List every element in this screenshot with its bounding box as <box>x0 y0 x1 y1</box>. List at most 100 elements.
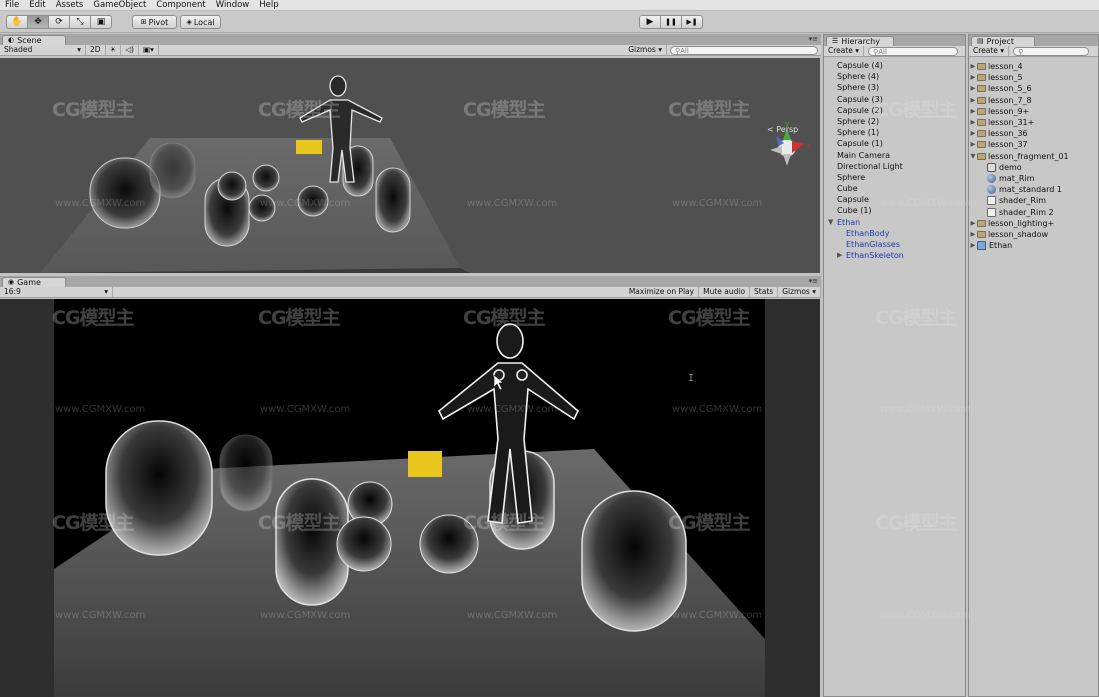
hierarchy-item[interactable]: EthanBody <box>824 228 965 239</box>
stats-toggle[interactable]: Stats <box>750 287 779 297</box>
project-folder[interactable]: ▶ lesson_37 <box>969 139 1098 150</box>
shader-icon <box>987 207 996 217</box>
project-folder[interactable]: ▶ lesson_lighting+ <box>969 218 1098 229</box>
expand-arrow-icon[interactable]: ▶ <box>969 61 977 72</box>
tab-hierarchy[interactable]: ☰ Hierarchy <box>826 36 894 46</box>
transform-tools: ✋ ✥ ⟳ ⤡ ▣ <box>6 15 112 29</box>
folder-icon <box>977 219 986 227</box>
game-viewport-frame: I <box>0 299 820 697</box>
tab-project[interactable]: ▤ Project <box>971 36 1035 46</box>
project-create-button[interactable]: Create ▾ <box>969 46 1010 56</box>
tab-game[interactable]: ◉ Game <box>2 277 66 287</box>
lighting-icon[interactable]: ☀ <box>106 45 122 55</box>
expand-arrow-icon[interactable]: ▶ <box>969 128 977 139</box>
maximize-on-play-toggle[interactable]: Maximize on Play <box>625 287 700 297</box>
expand-arrow-icon[interactable]: ▶ <box>969 218 977 229</box>
project-file[interactable]: mat_Rim <box>969 173 1098 184</box>
project-file[interactable]: mat_standard 1 <box>969 184 1098 195</box>
hierarchy-item[interactable]: Sphere (4) <box>824 71 965 82</box>
project-folder[interactable]: ▶ lesson_4 <box>969 61 1098 72</box>
pause-button[interactable]: ❚❚ <box>660 15 682 29</box>
expand-arrow-icon[interactable]: ▶ <box>969 95 977 106</box>
menu-window[interactable]: Window <box>211 0 255 11</box>
menu-help[interactable]: Help <box>254 0 283 11</box>
hierarchy-item[interactable]: Cube (1) <box>824 205 965 216</box>
shader-icon <box>987 196 996 206</box>
expand-arrow-icon[interactable]: ▶ <box>969 240 977 251</box>
expand-arrow-icon[interactable]: ▶ <box>969 139 977 150</box>
scale-icon[interactable]: ⤡ <box>69 15 91 29</box>
hierarchy-item[interactable]: Sphere (1) <box>824 127 965 138</box>
project-folder[interactable]: ▶ lesson_5 <box>969 72 1098 83</box>
menu-file[interactable]: File <box>0 0 24 11</box>
collapse-arrow-icon[interactable]: ▶ <box>837 250 842 261</box>
mute-audio-toggle[interactable]: Mute audio <box>699 287 751 297</box>
project-folder[interactable]: ▶ lesson_5_6 <box>969 83 1098 94</box>
aspect-dropdown[interactable]: 16:9 ▾ <box>0 287 113 297</box>
project-folder[interactable]: ▶ lesson_shadow <box>969 229 1098 240</box>
project-folder-open[interactable]: ▼ lesson_fragment_01 <box>969 151 1098 162</box>
menu-edit[interactable]: Edit <box>24 0 50 11</box>
hierarchy-item[interactable]: Capsule (3) <box>824 94 965 105</box>
hierarchy-item[interactable]: Sphere (2) <box>824 116 965 127</box>
scene-search-input[interactable]: ⚲All <box>670 45 818 55</box>
expand-arrow-icon[interactable]: ▼ <box>828 217 833 228</box>
step-button[interactable]: ▶❚ <box>681 15 703 29</box>
expand-arrow-icon[interactable]: ▶ <box>969 229 977 240</box>
hierarchy-create-button[interactable]: Create ▾ <box>824 46 865 56</box>
expand-arrow-icon[interactable]: ▶ <box>969 106 977 117</box>
hierarchy-item-label: EthanSkeleton <box>846 251 904 261</box>
scene-sphere <box>252 164 280 192</box>
hierarchy-item[interactable]: Capsule (2) <box>824 105 965 116</box>
scene-viewport[interactable]: y x < Persp <box>0 58 820 273</box>
hierarchy-search-input[interactable]: ⚲All <box>868 46 959 56</box>
hierarchy-item[interactable]: EthanGlasses <box>824 239 965 250</box>
shading-dropdown[interactable]: Shaded ▾ <box>0 45 86 55</box>
hierarchy-item[interactable]: Capsule (1) <box>824 138 965 149</box>
project-folder[interactable]: ▶ lesson_36 <box>969 128 1098 139</box>
hierarchy-item[interactable]: Sphere (3) <box>824 82 965 93</box>
project-file[interactable]: demo <box>969 162 1098 173</box>
pivot-button[interactable]: ⊞ Pivot <box>132 15 177 29</box>
project-search-input[interactable]: ⚲ <box>1013 46 1090 56</box>
scene-tab-label: Scene <box>17 36 42 45</box>
hierarchy-item[interactable]: Capsule (4) <box>824 60 965 71</box>
menu-gameobject[interactable]: GameObject <box>88 0 151 11</box>
tab-scene[interactable]: ◐ Scene <box>2 35 66 45</box>
project-model[interactable]: ▶ Ethan <box>969 240 1098 251</box>
collapse-arrow-icon[interactable]: ▼ <box>969 151 977 162</box>
rotate-icon[interactable]: ⟳ <box>48 15 70 29</box>
effects-icon[interactable]: ▣▾ <box>139 45 159 55</box>
project-file[interactable]: shader_Rim 2 <box>969 206 1098 217</box>
game-capsule-faded <box>219 434 273 512</box>
gizmos-dropdown[interactable]: Gizmos ▾ <box>624 45 667 55</box>
expand-arrow-icon[interactable]: ▶ <box>969 83 977 94</box>
menu-assets[interactable]: Assets <box>51 0 89 11</box>
game-gizmos-dropdown[interactable]: Gizmos ▾ <box>778 287 821 297</box>
hierarchy-item[interactable]: ▶ EthanSkeleton <box>824 250 965 261</box>
project-item-label: mat_standard 1 <box>999 185 1062 195</box>
expand-arrow-icon[interactable]: ▶ <box>969 72 977 83</box>
hierarchy-item[interactable]: Cube <box>824 183 965 194</box>
hierarchy-item[interactable]: Capsule <box>824 194 965 205</box>
project-file[interactable]: shader_Rim <box>969 195 1098 206</box>
play-button[interactable]: ▶ <box>639 15 661 29</box>
move-icon[interactable]: ✥ <box>27 15 49 29</box>
expand-arrow-icon[interactable]: ▶ <box>969 117 977 128</box>
hierarchy-item[interactable]: Directional Light <box>824 161 965 172</box>
project-folder[interactable]: ▶ lesson_9+ <box>969 106 1098 117</box>
audio-icon[interactable]: ◁) <box>121 45 139 55</box>
game-viewport[interactable]: I <box>54 299 765 697</box>
rect-icon[interactable]: ▣ <box>90 15 112 29</box>
menu-component[interactable]: Component <box>151 0 210 11</box>
project-folder[interactable]: ▶ lesson_7_8 <box>969 95 1098 106</box>
toggle-2d[interactable]: 2D <box>86 45 106 55</box>
local-button[interactable]: ◈ Local <box>180 15 221 29</box>
hierarchy-item-ethan[interactable]: ▼ Ethan <box>824 217 965 228</box>
hierarchy-item[interactable]: Sphere <box>824 172 965 183</box>
hierarchy-item[interactable]: Main Camera <box>824 150 965 161</box>
panel-menu-icon[interactable]: ▾≡ <box>809 35 818 43</box>
game-panel-menu-icon[interactable]: ▾≡ <box>809 277 818 285</box>
hand-icon[interactable]: ✋ <box>6 15 28 29</box>
project-folder[interactable]: ▶ lesson_31+ <box>969 117 1098 128</box>
